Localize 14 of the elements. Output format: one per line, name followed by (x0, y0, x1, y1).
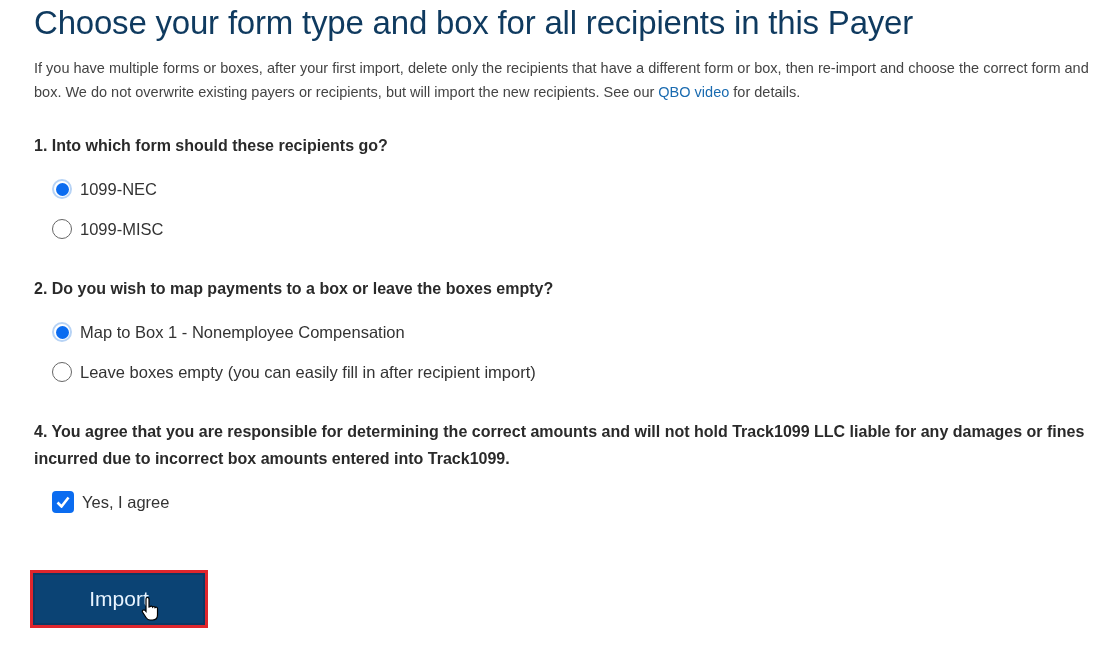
option-label: Map to Box 1 - Nonemployee Compensation (80, 322, 405, 342)
intro-paragraph: If you have multiple forms or boxes, after your first import, delete only the recipients that have a different form or box, then re-import and choose the correct form and box. We do not overwrite existing payers or recipients, but will import the new recipients. See our QBO video for details. (34, 59, 1090, 102)
checkmark-icon (56, 496, 70, 508)
question-label: 1. Into which form should these recipients go? (34, 136, 389, 156)
checkbox[interactable] (52, 491, 74, 513)
option-label: Leave boxes empty (you can easily fill in after recipient import) (80, 362, 536, 382)
question-label: 2. Do you wish to map payments to a box or leave the boxes empty? (34, 279, 555, 299)
question-label: 4. You agree that you are responsible for determining the correct amounts and will not hold Track1099 LLC liable for any damages or fines incurred due to incorrect box amounts entered into Track1099. (34, 422, 1086, 469)
import-button[interactable]: Import (33, 573, 205, 625)
page-title: Choose your form type and box for all recipients in this Payer (34, 4, 915, 42)
option-label: 1099-NEC (80, 179, 158, 199)
video-link[interactable]: QBO video (658, 84, 730, 100)
option-label: 1099-MISC (80, 219, 164, 239)
option-label: Yes, I agree (82, 492, 170, 512)
